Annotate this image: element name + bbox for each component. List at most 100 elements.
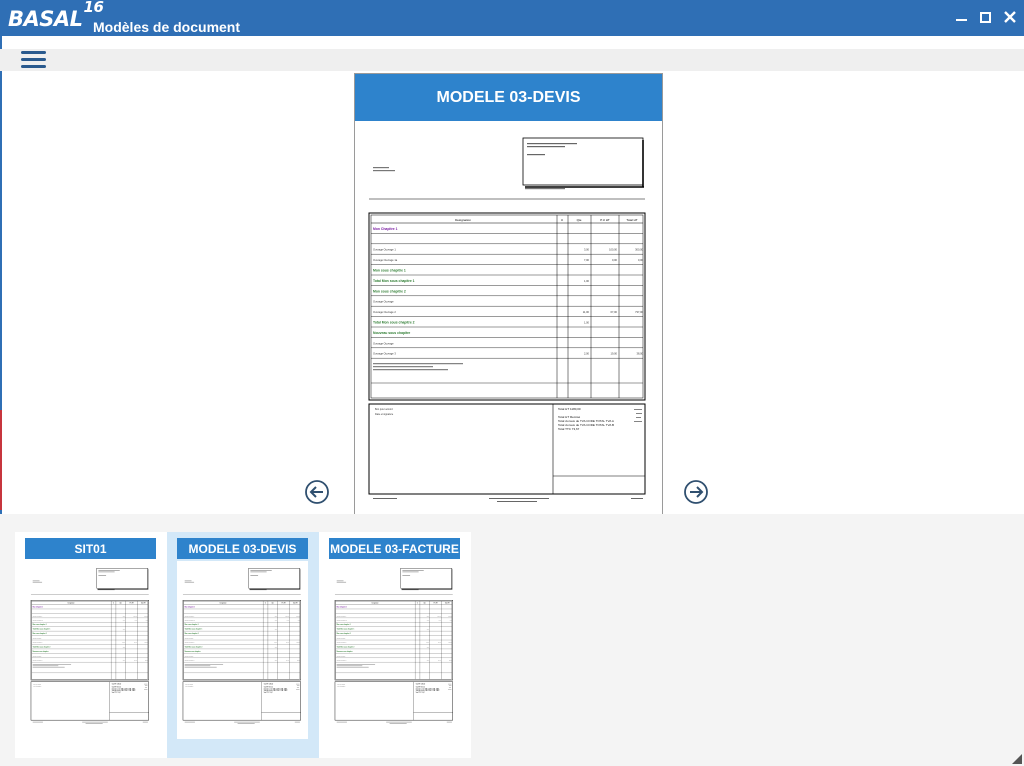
previous-template-button[interactable] — [304, 479, 330, 505]
template-thumb-sit01[interactable]: SIT01 Designation U Qte P.U HT Total HT Mon C… — [15, 532, 167, 758]
arrow-right-icon — [684, 480, 708, 504]
table-row-value: 737,00 — [449, 642, 453, 644]
template-label: MODELE 03-FACTURE — [329, 538, 460, 559]
template-thumbnail-page: Designation U Qte P.U HT Total HT Mon Chapitr… — [329, 561, 460, 739]
table-row-designation: Mon Chapitre 1 — [373, 227, 398, 231]
minimize-icon — [955, 19, 967, 21]
maximize-icon — [979, 11, 991, 23]
table-row-value: 1,00 — [427, 629, 430, 631]
table-row-value: 3,00 — [123, 615, 126, 617]
table-row-value: 100,00 — [133, 615, 137, 617]
close-button[interactable] — [1000, 8, 1020, 26]
table-row-value: 0,00 — [612, 258, 618, 262]
table-row-value: 737,00 — [297, 642, 301, 644]
address-box — [248, 568, 301, 589]
left-accent-bar-red — [0, 410, 2, 510]
preview-document-page: Designation U Qte P.U HT Total HT Mon Chapitr… — [368, 137, 646, 502]
table-row-designation: Nouveau sous chapitre — [185, 650, 201, 653]
preview-title: MODELE 03-DEVIS — [355, 74, 662, 121]
table-row-value: 300,00 — [145, 615, 149, 617]
table-row-value: 3,00 — [427, 615, 430, 617]
table-row-value: 11,00 — [122, 642, 125, 644]
table-row-designation: Nouveau sous chapitre — [337, 650, 353, 653]
menu-button[interactable] — [21, 51, 46, 69]
table-row-designation: Mon sous chapitre 2 — [185, 632, 199, 635]
table-row-designation: Ouvrage Ouvrage — [373, 300, 394, 304]
table-row-designation: Ouvrage Ouvrage 1 — [373, 248, 396, 252]
hamburger-icon — [21, 51, 46, 68]
table-row-value: 7,00 — [584, 258, 590, 262]
totals-line: Total HT 1180,00 — [416, 682, 426, 685]
table-row-designation: Ouvrage Ouvrage — [33, 638, 42, 640]
address-box — [522, 137, 644, 186]
table-header-cell: U — [417, 603, 418, 605]
close-icon — [1004, 11, 1016, 23]
totals-line: Total HT Remisé — [416, 686, 426, 689]
table-row-value: 2,00 — [123, 660, 126, 662]
table-row-value: 67,00 — [611, 310, 618, 314]
table-header-cell: U — [561, 218, 563, 222]
table-header-cell: Qte — [272, 602, 274, 605]
table-row-designation: Mon sous chapitre 2 — [373, 289, 406, 293]
table-row-designation: Ouvrage Ouvrage — [337, 638, 346, 640]
signature-label: Bon pour accord — [34, 683, 42, 685]
template-thumb-modele-03-devis[interactable]: MODELE 03-DEVIS Designation U Qte P.U HT Tot… — [167, 532, 319, 758]
table-row-value: 7,00 — [427, 620, 430, 622]
table-header-cell: P.U HT — [600, 218, 610, 222]
table-row-value: 67,00 — [438, 642, 441, 644]
table-header-cell: Total HT — [141, 602, 146, 605]
totals-line: Total HT 1180,00 — [112, 682, 122, 685]
table-row-designation: Total Mon sous chapitre 2 — [373, 321, 415, 325]
address-box — [96, 568, 149, 589]
table-row-designation: Ouvrage Ouvrage 3 — [337, 660, 347, 662]
table-row-designation: Ouvrage Ouvrage 3 — [185, 660, 195, 662]
template-thumbnail-page: Designation U Qte P.U HT Total HT Mon Chapitr… — [25, 561, 156, 739]
table-row-designation: Ouvrage Ouvrage 1a — [337, 620, 348, 622]
template-label: SIT01 — [25, 538, 156, 559]
table-row-value: 19,00 — [134, 660, 137, 662]
table-row-value: 3,00 — [275, 615, 278, 617]
table-header-cell: Total HT — [626, 218, 637, 222]
table-header-cell: P.U HT — [434, 603, 438, 605]
table-row-designation: Ouvrage Ouvrage 1 — [33, 615, 43, 617]
signature-label: Date et signature — [375, 413, 394, 416]
table-row-designation: Mon sous chapitre 1 — [337, 623, 351, 626]
table-row-designation: Mon Chapitre 1 — [337, 605, 348, 608]
table-row-value: 100,00 — [285, 615, 289, 617]
table-row-value: 300,00 — [297, 615, 301, 617]
resize-grip[interactable] — [1012, 754, 1022, 764]
signature-label: Bon pour accord — [375, 408, 393, 411]
table-row-designation: Total Mon sous chapitre 1 — [33, 628, 51, 631]
table-row-designation: Total Mon sous chapitre 1 — [337, 628, 355, 631]
totals-line: Total HT 1180,00 — [558, 407, 581, 411]
table-row-designation: Ouvrage Ouvrage — [185, 655, 194, 657]
table-row-value: 300,00 — [449, 615, 453, 617]
table-row-designation: Ouvrage Ouvrage 1a — [185, 620, 196, 622]
table-row-value: 7,00 — [123, 620, 126, 622]
table-row-value: 1,00 — [584, 279, 590, 283]
table-row-value: 100,00 — [437, 615, 441, 617]
window-title: Modèles de document — [93, 19, 241, 35]
next-template-button[interactable] — [683, 479, 709, 505]
table-row-value: 7,00 — [275, 620, 278, 622]
table-row-designation: Mon sous chapitre 1 — [33, 623, 47, 626]
template-thumb-modele-03-facture[interactable]: MODELE 03-FACTURE Designation U Qte P.U HT T… — [319, 532, 471, 758]
table-row-value: 19,00 — [438, 660, 441, 662]
table-header-cell: Total HT — [293, 602, 298, 605]
table-row-designation: Mon sous chapitre 2 — [337, 632, 351, 635]
template-thumbnail-page: Designation U Qte P.U HT Total HT Mon Chapitr… — [177, 561, 308, 739]
table-row-value: 2,00 — [584, 352, 590, 356]
table-row-value: 1,00 — [123, 646, 126, 648]
table-header-cell: Total HT — [445, 602, 450, 605]
minimize-button[interactable] — [951, 8, 971, 26]
table-header-cell: Designation — [372, 602, 379, 605]
table-row-designation: Ouvrage Ouvrage 3 — [33, 660, 43, 662]
table-header-cell: Qte — [120, 602, 122, 605]
table-row-value: 38,00 — [637, 352, 644, 356]
table-row-value: 2,00 — [427, 660, 430, 662]
table-row-designation: Nouveau sous chapitre — [373, 331, 410, 335]
maximize-button[interactable] — [975, 8, 995, 26]
table-row-designation: Ouvrage Ouvrage — [185, 638, 194, 640]
table-header-cell: Designation — [220, 602, 227, 605]
table-row-designation: Mon sous chapitre 1 — [373, 269, 406, 273]
